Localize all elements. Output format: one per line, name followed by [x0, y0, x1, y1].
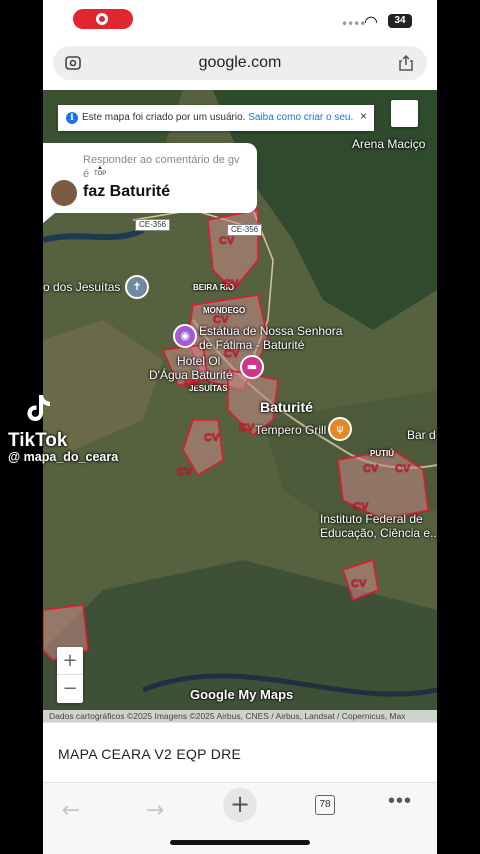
cv-label: CV — [204, 432, 220, 444]
place-label-estatua-1[interactable]: Estátua de Nossa Senhora — [199, 324, 342, 338]
place-label-hotel-1[interactable]: Hotel Ol — [177, 354, 220, 368]
map-notice-banner: i Este mapa foi criado por um usuário. S… — [58, 105, 374, 131]
cv-label: CV — [353, 501, 369, 513]
place-label-jesuitas[interactable]: o dos Jesuítas — [43, 280, 120, 294]
comment-reply-card: Responder ao comentário de gv é ▲ TOP faz… — [43, 143, 257, 213]
notice-text: Este mapa foi criado por um usuário. Sai… — [82, 112, 354, 123]
zoom-controls: + − — [57, 647, 83, 703]
cv-label: CV — [184, 378, 200, 390]
reply-label-suffix: é — [83, 168, 90, 180]
battery-indicator: 34 — [388, 14, 412, 28]
place-label-instituto-2[interactable]: Educação, Ciência e... — [320, 526, 437, 540]
cv-label: CV — [395, 463, 411, 475]
status-bar: •••• ◠ 34 — [43, 0, 437, 40]
tiktok-handle: @ mapa_do_ceara — [8, 450, 119, 464]
church-icon[interactable]: ✝ — [125, 275, 149, 299]
map-title-bar: MAPA CEARA V2 EQP DRE — [43, 722, 437, 783]
cv-label: CV — [223, 278, 239, 290]
phone-screen: •••• ◠ 34 google.com i Este mapa foi cri… — [43, 0, 437, 854]
place-label-arena[interactable]: Arena Maciço — [352, 137, 425, 151]
home-indicator[interactable] — [170, 840, 310, 845]
signal-icon: •••• — [341, 17, 366, 31]
map-attribution: Dados cartográficos ©2025 Imagens ©2025 … — [43, 710, 437, 722]
info-icon: i — [66, 112, 78, 124]
map-title: MAPA CEARA V2 EQP DRE — [58, 746, 242, 762]
tab-switcher-button[interactable]: 78 — [315, 795, 335, 815]
address-bar[interactable]: google.com — [53, 46, 427, 80]
cv-label: CV — [351, 578, 367, 590]
zoom-in-button[interactable]: + — [57, 647, 83, 675]
forward-button[interactable]: → — [135, 791, 175, 831]
reply-label: Responder ao comentário de gv — [83, 154, 240, 166]
new-tab-button[interactable]: + — [223, 788, 257, 822]
tiktok-logo-icon — [27, 395, 50, 422]
comment-card-tail — [43, 213, 55, 223]
google-my-maps-logo: Google My Maps — [190, 687, 294, 702]
fullscreen-button[interactable] — [391, 100, 418, 127]
restaurant-icon[interactable]: ψ — [328, 417, 352, 441]
comment-text: faz Baturité — [83, 183, 171, 200]
place-label-tempero[interactable]: Tempero Grill — [255, 423, 326, 437]
learn-more-link[interactable]: Saiba como criar o seu. — [248, 112, 353, 123]
back-button[interactable]: ← — [51, 791, 91, 831]
hotel-icon[interactable]: ▬ — [240, 355, 264, 379]
cv-label: CV — [213, 314, 229, 326]
wifi-icon: ◠ — [364, 12, 378, 31]
more-menu-button[interactable]: ••• — [388, 790, 412, 813]
cv-label: CV — [363, 463, 379, 475]
zoom-out-button[interactable]: − — [57, 675, 83, 703]
cv-label: CV — [177, 466, 193, 478]
place-label-putiu: PUTIÚ — [370, 449, 394, 458]
cv-label: CV — [219, 235, 235, 247]
screen-recording-indicator[interactable] — [73, 9, 133, 29]
road-shield-ce356: CE-356 — [135, 219, 171, 231]
cv-label: CV — [239, 422, 255, 434]
camera-icon[interactable]: ◉ — [173, 324, 197, 348]
place-label-instituto-1[interactable]: Instituto Federal de — [320, 512, 423, 526]
place-label-bar[interactable]: Bar d — [407, 428, 436, 442]
place-label-baturite[interactable]: Baturité — [260, 399, 313, 415]
avatar — [51, 180, 77, 206]
top-badge-icon: ▲ TOP — [94, 165, 107, 177]
place-label-estatua-2[interactable]: de Fátima - Baturité — [199, 338, 304, 352]
tiktok-watermark-text: TikTok — [8, 430, 68, 451]
share-icon[interactable] — [397, 54, 415, 72]
cv-label: CV — [224, 348, 240, 360]
close-icon[interactable]: × — [360, 105, 367, 129]
url-text[interactable]: google.com — [53, 54, 427, 72]
record-icon — [96, 13, 108, 25]
